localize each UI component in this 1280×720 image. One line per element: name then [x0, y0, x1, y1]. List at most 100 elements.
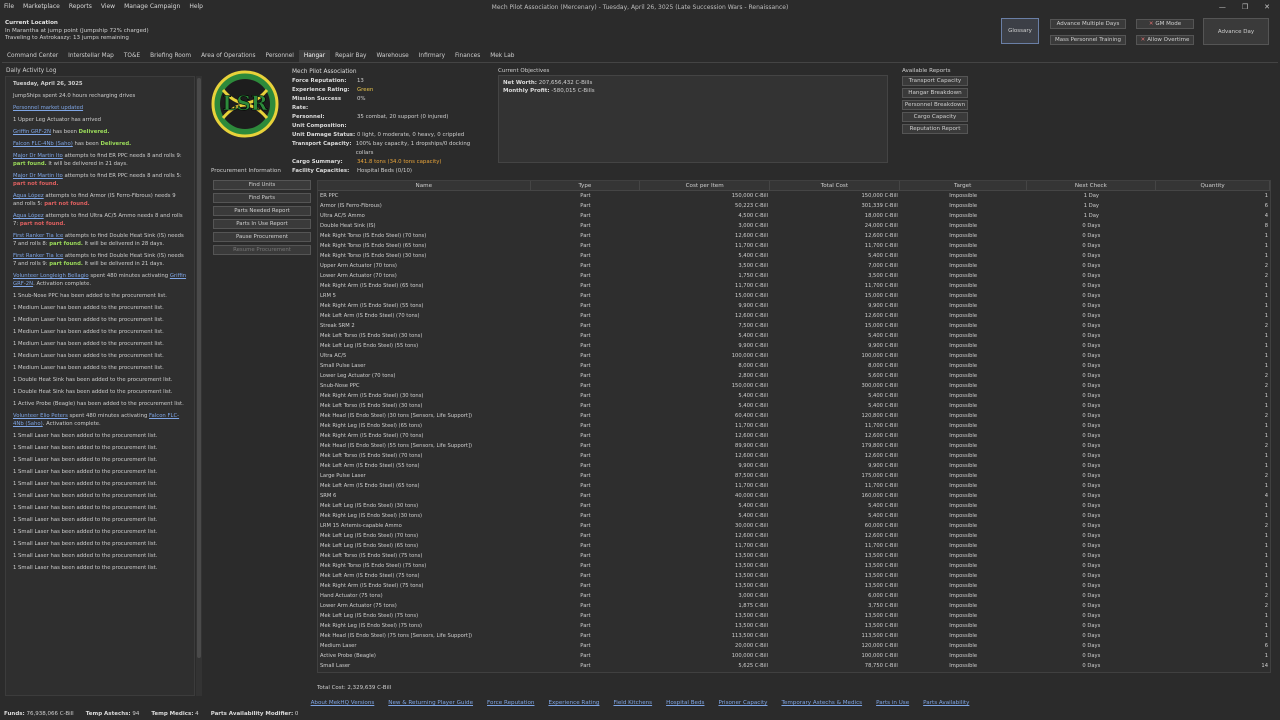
glossary-button[interactable]: Glossary	[1001, 18, 1039, 44]
minimize-icon[interactable]: —	[1219, 3, 1226, 11]
find-units-button[interactable]: Find Units	[213, 180, 311, 190]
personnel-breakdown-button[interactable]: Personnel Breakdown	[902, 100, 968, 110]
table-row[interactable]: Ultra AC/5 Ammo Part 4,500 C-Bill 18,000 C-…	[318, 211, 1270, 221]
mass-personnel-training-button[interactable]: Mass Personnel Training	[1050, 35, 1126, 45]
table-row[interactable]: Small Pulse Laser Part 8,000 C-Bill 8,000 C…	[318, 361, 1270, 371]
column-target[interactable]: Target	[900, 181, 1027, 190]
tab-finances[interactable]: Finances	[450, 50, 485, 62]
table-row[interactable]: Armor (IS Ferro-Fibrous) Part 50,223 C-Bil…	[318, 201, 1270, 211]
table-row[interactable]: Medium Laser Part 20,000 C-Bill 120,000 C-B…	[318, 641, 1270, 651]
table-row[interactable]: Mek Left Torso (IS Endo Steel) (30 tons)…	[318, 401, 1270, 411]
table-row[interactable]: Mek Right Arm (IS Endo Steel) (55 tons) P…	[318, 301, 1270, 311]
allow-overtime-toggle[interactable]: ✕ Allow Overtime	[1136, 35, 1194, 45]
log-content[interactable]: Tuesday, April 26, 3025 JumpShips spent …	[5, 76, 195, 696]
column-total-cost[interactable]: Total Cost	[770, 181, 900, 190]
table-row[interactable]: Mek Left Arm (IS Endo Steel) (65 tons) Pa…	[318, 481, 1270, 491]
tab-area-of-operations[interactable]: Area of Operations	[196, 50, 260, 62]
table-row[interactable]: Double Heat Sink (IS) Part 3,000 C-Bill 24,…	[318, 221, 1270, 231]
table-row[interactable]: SRM 6 Part 40,000 C-Bill 160,000 C-Bill Impo…	[318, 491, 1270, 501]
table-row[interactable]: Mek Right Torso (IS Endo Steel) (70 tons…	[318, 231, 1270, 241]
unit-link[interactable]: Falcon FLC-4Nb (Saho)	[13, 141, 73, 147]
table-row[interactable]: Lower Arm Actuator (70 tons) Part 1,750 C-…	[318, 271, 1270, 281]
person-link[interactable]: Volunteer Longleigh Bellagio	[13, 273, 89, 279]
tab-toe[interactable]: TO&E	[119, 50, 145, 62]
tab-interstellar-map[interactable]: Interstellar Map	[63, 50, 119, 62]
link-parts-in-use[interactable]: Parts in Use	[876, 700, 909, 706]
person-link[interactable]: Aqua López	[13, 213, 44, 219]
cargo-capacity-button[interactable]: Cargo Capacity	[902, 112, 968, 122]
person-link[interactable]: Major Dr Martin Ito	[13, 173, 63, 179]
table-row[interactable]: Streak SRM 2 Part 7,500 C-Bill 15,000 C-Bil…	[318, 321, 1270, 331]
column-cost-per-item[interactable]: Cost per Item	[640, 181, 771, 190]
link-about-versions[interactable]: About MekHQ Versions	[311, 700, 375, 706]
table-row[interactable]: Snub-Nose PPC Part 150,000 C-Bill 300,000 C…	[318, 381, 1270, 391]
link-experience-rating[interactable]: Experience Rating	[548, 700, 599, 706]
tab-warehouse[interactable]: Warehouse	[371, 50, 413, 62]
table-row[interactable]: Mek Head (IS Endo Steel) (55 tons [Senso…	[318, 441, 1270, 451]
table-row[interactable]: Upper Arm Actuator (70 tons) Part 3,500 C-…	[318, 261, 1270, 271]
find-parts-button[interactable]: Find Parts	[213, 193, 311, 203]
table-row[interactable]: Mek Left Leg (IS Endo Steel) (30 tons) Pa…	[318, 501, 1270, 511]
person-link[interactable]: Major Dr Martin Ito	[13, 153, 63, 159]
advance-day-button[interactable]: Advance Day	[1203, 18, 1269, 45]
person-link[interactable]: Aqua López	[13, 193, 44, 199]
gm-mode-toggle[interactable]: ✕ GM Mode	[1136, 19, 1194, 29]
hangar-breakdown-button[interactable]: Hangar Breakdown	[902, 88, 968, 98]
tab-briefing-room[interactable]: Briefing Room	[145, 50, 196, 62]
table-row[interactable]: Mek Left Torso (IS Endo Steel) (70 tons)…	[318, 451, 1270, 461]
table-row[interactable]: Mek Right Arm (IS Endo Steel) (30 tons) P…	[318, 391, 1270, 401]
table-row[interactable]: Active Probe (Beagle) Part 100,000 C-Bill 1…	[318, 651, 1270, 661]
person-link[interactable]: Volunteer Elio Peters	[13, 413, 68, 419]
person-link[interactable]: First Ranker Tia Ice	[13, 253, 63, 259]
table-row[interactable]: Mek Right Arm (IS Endo Steel) (70 tons) P…	[318, 431, 1270, 441]
personnel-market-link[interactable]: Personnel market updated	[13, 105, 83, 111]
link-player-guide[interactable]: New & Returning Player Guide	[388, 700, 473, 706]
table-row[interactable]: Mek Left Leg (IS Endo Steel) (75 tons) Pa…	[318, 611, 1270, 621]
column-next-check[interactable]: Next Check	[1027, 181, 1157, 190]
table-row[interactable]: Mek Right Torso (IS Endo Steel) (30 tons…	[318, 251, 1270, 261]
link-temporary-astechs[interactable]: Temporary Astechs & Medics	[781, 700, 862, 706]
column-quantity[interactable]: Quantity	[1156, 181, 1270, 190]
tab-personnel[interactable]: Personnel	[261, 50, 299, 62]
table-row[interactable]: Mek Right Torso (IS Endo Steel) (75 tons…	[318, 561, 1270, 571]
link-parts-availability[interactable]: Parts Availability	[923, 700, 969, 706]
tab-command-center[interactable]: Command Center	[2, 50, 63, 62]
reputation-report-button[interactable]: Reputation Report	[902, 124, 968, 134]
column-name[interactable]: Name	[318, 181, 531, 190]
table-row[interactable]: Lower Leg Actuator (70 tons) Part 2,800 C-…	[318, 371, 1270, 381]
table-row[interactable]: Small Laser Part 5,625 C-Bill 78,750 C-Bill…	[318, 661, 1270, 671]
tab-hangar[interactable]: Hangar	[298, 50, 331, 62]
parts-needed-report-button[interactable]: Parts Needed Report	[213, 206, 311, 216]
close-icon[interactable]: ✕	[1264, 3, 1270, 11]
table-row[interactable]: Mek Left Arm (IS Endo Steel) (55 tons) Pa…	[318, 461, 1270, 471]
table-row[interactable]: Mek Left Arm (IS Endo Steel) (75 tons) Pa…	[318, 571, 1270, 581]
table-row[interactable]: Mek Left Leg (IS Endo Steel) (70 tons) Pa…	[318, 531, 1270, 541]
link-field-kitchens[interactable]: Field Kitchens	[613, 700, 652, 706]
table-row[interactable]: Mek Left Arm (IS Endo Steel) (70 tons) Pa…	[318, 311, 1270, 321]
table-row[interactable]: Mek Left Torso (IS Endo Steel) (75 tons)…	[318, 551, 1270, 561]
advance-multiple-days-button[interactable]: Advance Multiple Days	[1050, 19, 1126, 29]
person-link[interactable]: First Ranker Tia Ice	[13, 233, 63, 239]
table-row[interactable]: Mek Right Leg (IS Endo Steel) (65 tons) P…	[318, 421, 1270, 431]
table-row[interactable]: Ultra AC/5 Part 100,000 C-Bill 100,000 C-Bi…	[318, 351, 1270, 361]
unit-link[interactable]: Griffin GRF-2N	[13, 129, 51, 135]
table-row[interactable]: Mek Head (IS Endo Steel) (75 tons [Senso…	[318, 631, 1270, 641]
table-row[interactable]: Large Pulse Laser Part 87,500 C-Bill 175,00…	[318, 471, 1270, 481]
log-scrollbar[interactable]	[196, 76, 202, 696]
table-row[interactable]: Mek Right Arm (IS Endo Steel) (65 tons) P…	[318, 281, 1270, 291]
scrollbar-thumb[interactable]	[197, 78, 201, 658]
table-row[interactable]: Mek Right Leg (IS Endo Steel) (30 tons) P…	[318, 511, 1270, 521]
pause-procurement-button[interactable]: Pause Procurement	[213, 232, 311, 242]
table-row[interactable]: LRM 5 Part 15,000 C-Bill 15,000 C-Bill Impos…	[318, 291, 1270, 301]
link-prisoner-capacity[interactable]: Prisoner Capacity	[718, 700, 767, 706]
tab-mek-lab[interactable]: Mek Lab	[485, 50, 519, 62]
column-type[interactable]: Type	[531, 181, 641, 190]
table-row[interactable]: Mek Right Leg (IS Endo Steel) (75 tons) P…	[318, 621, 1270, 631]
tab-infirmary[interactable]: Infirmary	[414, 50, 450, 62]
tab-repair-bay[interactable]: Repair Bay	[330, 50, 371, 62]
transport-capacity-button[interactable]: Transport Capacity	[902, 76, 968, 86]
parts-in-use-report-button[interactable]: Parts In Use Report	[213, 219, 311, 229]
table-row[interactable]: Mek Head (IS Endo Steel) (30 tons [Senso…	[318, 411, 1270, 421]
table-row[interactable]: Lower Arm Actuator (75 tons) Part 1,875 C-…	[318, 601, 1270, 611]
table-row[interactable]: Mek Right Torso (IS Endo Steel) (65 tons…	[318, 241, 1270, 251]
